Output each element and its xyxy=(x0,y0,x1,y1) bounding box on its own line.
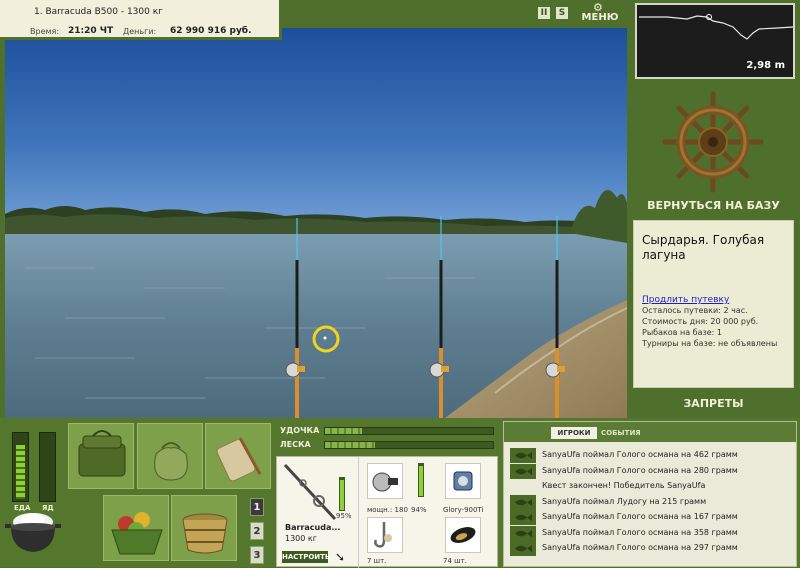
tab-players[interactable]: ИГРОКИ xyxy=(551,427,597,439)
rod-tension-fill xyxy=(325,428,362,434)
basket-icon xyxy=(111,512,163,555)
permit-remaining: Осталось путевки: 2 час. xyxy=(642,306,748,315)
tournaments-status: Турниры на базе: не объявлены xyxy=(642,339,778,348)
rod-weight: 1300 кг xyxy=(285,534,317,543)
river-landscape xyxy=(5,190,627,418)
vegetables-basket-slot[interactable] xyxy=(103,495,169,561)
fishers-at-base: Рыбаков на базе: 1 xyxy=(642,328,722,337)
money-label: Деньги: xyxy=(123,27,157,36)
reel-power: мощн.: 180 xyxy=(367,506,408,514)
reel-slot[interactable] xyxy=(367,463,403,499)
setup-button[interactable]: НАСТРОИТЬ xyxy=(282,551,330,563)
reel-condition-bar xyxy=(418,463,424,497)
event-row: SanyaUfa поймал Голого османа на 358 гра… xyxy=(510,525,792,541)
food-meter-fill xyxy=(16,444,25,499)
bans-button[interactable]: ЗАПРЕТЫ xyxy=(630,397,797,415)
rod-tension-bar xyxy=(324,427,494,435)
depth-profile: 2,98 m xyxy=(635,3,795,79)
pause-icon[interactable]: II xyxy=(538,7,550,19)
bait-count: 74 шт. xyxy=(443,557,467,565)
money-value: 62 990 916 руб. xyxy=(170,26,252,36)
fishing-scene[interactable] xyxy=(5,28,627,418)
inventory-page-3[interactable]: 3 xyxy=(250,546,264,564)
event-row: SanyaUfa поймал Голого османа на 297 гра… xyxy=(510,541,792,556)
tackle-bag-icon xyxy=(78,430,126,477)
status-bar: 1. Barracuda B500 - 1300 кг Время: 21:20… xyxy=(0,0,282,40)
day-cost: Стоимость дня: 20 000 руб. xyxy=(642,317,759,326)
reel-icon xyxy=(372,472,398,492)
inventory-page-1[interactable]: 1 xyxy=(250,498,264,516)
arrow-icon: ➘ xyxy=(335,550,346,564)
rod-tension-label: УДОЧКА xyxy=(280,426,320,435)
location-name: Сырдарья. Голубая лагуна xyxy=(642,233,765,262)
rod-condition-bar xyxy=(339,477,345,511)
mussel-bait-icon xyxy=(450,527,476,543)
hook-icon xyxy=(374,522,392,548)
sack-icon xyxy=(154,442,188,481)
reel-condition: 94% xyxy=(411,506,427,514)
bottom-panel: ЕДА ЯД 1 2 3 УДОЧКА ЛЕСКА 95% Barracuda.… xyxy=(0,418,800,568)
line-spool-icon xyxy=(453,471,473,491)
events-panel: ИГРОКИ СОБЫТИЯ SanyaUfa поймал Голого ос… xyxy=(503,421,797,567)
inventory-page-2[interactable]: 2 xyxy=(250,522,264,540)
cutting-board-icon xyxy=(216,437,262,482)
extend-permit-link[interactable]: Продлить путевку xyxy=(642,295,785,305)
base-panel: ВЕРНУТЬСЯ НА БАЗУ Сырдарья. Голубая лагу… xyxy=(630,86,797,416)
knife-board-slot[interactable] xyxy=(205,423,271,489)
events-tabs: ИГРОКИ СОБЫТИЯ xyxy=(504,422,796,442)
event-row: SanyaUfa поймал Голого османа на 167 гра… xyxy=(510,510,792,525)
event-row: Квест закончен! Победитель SanyaUfa xyxy=(510,479,792,494)
tackle-details: 95% Barracuda... 1300 кг НАСТРОИТЬ ➘ мощ… xyxy=(276,456,498,568)
sack-slot[interactable] xyxy=(137,423,203,489)
sound-icon[interactable]: S xyxy=(556,7,568,19)
fish-icon xyxy=(510,510,536,525)
event-text: SanyaUfa поймал Голого османа на 358 гра… xyxy=(542,527,738,537)
rod-condition: 95% xyxy=(336,512,352,520)
line-tension-fill xyxy=(325,442,376,448)
fish-icon xyxy=(510,448,536,463)
rod-icon xyxy=(283,463,337,521)
rod-name: Barracuda... xyxy=(285,523,341,532)
time-value: 21:20 ЧТ xyxy=(68,26,114,36)
rod-condition-fill xyxy=(340,479,344,510)
event-text: SanyaUfa поймал Лудогу на 215 грамм xyxy=(542,496,707,506)
wooden-bucket-icon xyxy=(182,513,228,554)
return-to-base-button[interactable]: ВЕРНУТЬСЯ НА БАЗУ xyxy=(630,199,797,217)
depth-value: 2,98 m xyxy=(746,60,785,71)
bait-slot[interactable] xyxy=(445,517,481,553)
active-rod-title: 1. Barracuda B500 - 1300 кг xyxy=(34,7,163,17)
line-slot[interactable] xyxy=(445,463,481,499)
line-tension-label: ЛЕСКА xyxy=(280,440,311,449)
fish-icon xyxy=(510,541,536,556)
hook-count: 7 шт. xyxy=(367,557,387,565)
gear-icon: ⚙ xyxy=(593,1,603,14)
tackle-box-slot[interactable] xyxy=(68,423,134,489)
fish-icon xyxy=(510,525,536,541)
menu-button[interactable]: ⚙ МЕНЮ xyxy=(578,1,622,25)
event-row: SanyaUfa поймал Голого османа на 280 гра… xyxy=(510,463,792,479)
line-name: Glory-900Ti xyxy=(443,506,484,514)
food-meter xyxy=(12,432,29,502)
event-text: SanyaUfa поймал Голого османа на 462 гра… xyxy=(542,450,738,459)
reel-condition-fill xyxy=(419,465,423,496)
event-text: SanyaUfa поймал Голого османа на 280 гра… xyxy=(542,465,738,475)
hook-slot[interactable] xyxy=(367,517,403,553)
cooking-pot-icon[interactable] xyxy=(4,506,62,556)
fish-icon xyxy=(510,494,536,510)
line-tension-bar xyxy=(324,441,494,449)
event-row: SanyaUfa поймал Лудогу на 215 грамм xyxy=(510,494,792,510)
event-text: SanyaUfa поймал Голого османа на 167 гра… xyxy=(542,512,738,521)
event-text: Квест закончен! Победитель SanyaUfa xyxy=(542,481,706,490)
bucket-slot[interactable] xyxy=(171,495,237,561)
time-label: Время: xyxy=(30,27,60,36)
rod-card[interactable]: 95% Barracuda... 1300 кг НАСТРОИТЬ ➘ xyxy=(277,457,359,568)
tackle-panel: УДОЧКА ЛЕСКА 95% Barracuda... 1300 кг НА… xyxy=(276,421,498,568)
poison-meter xyxy=(39,432,56,502)
tab-events[interactable]: СОБЫТИЯ xyxy=(601,427,641,439)
event-row: SanyaUfa поймал Голого османа на 462 гра… xyxy=(510,448,792,463)
location-info: Сырдарья. Голубая лагуна Продлить путевк… xyxy=(633,220,794,388)
event-text: SanyaUfa поймал Голого османа на 297 гра… xyxy=(542,543,738,552)
fish-icon xyxy=(510,463,536,479)
